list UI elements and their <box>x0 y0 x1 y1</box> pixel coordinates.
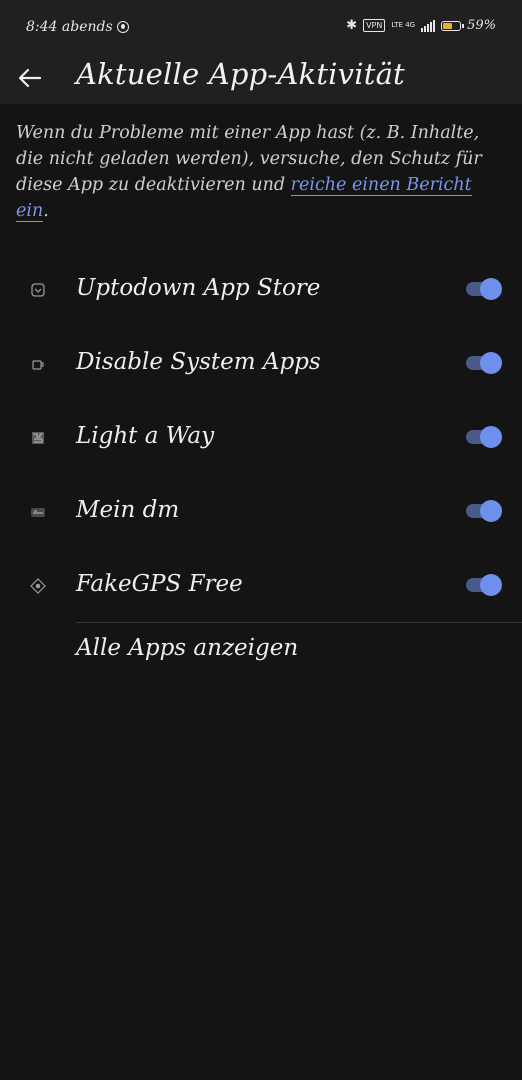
bluetooth-icon: ✱ <box>346 18 358 33</box>
mein-dm-icon <box>31 508 45 517</box>
app-name: FakeGPS Free <box>76 571 243 597</box>
app-row-light-a-way[interactable]: Light a Way <box>0 402 522 476</box>
protection-toggle[interactable] <box>466 278 502 300</box>
toggle-knob <box>480 352 502 374</box>
app-name: Mein dm <box>76 497 180 523</box>
app-name: Disable System Apps <box>76 349 321 375</box>
vpn-icon: VPN <box>363 19 386 32</box>
signal-icon <box>421 19 436 32</box>
toggle-knob <box>480 278 502 300</box>
toggle-knob <box>480 574 502 596</box>
app-name: Light a Way <box>76 423 215 449</box>
app-row-uptodown[interactable]: Uptodown App Store <box>0 254 522 328</box>
battery-fill <box>443 22 453 29</box>
app-row-disable-system-apps[interactable]: Disable System Apps <box>0 328 522 402</box>
status-bar: 8:44 abends ✱ VPN LTE 4G 59% <box>0 0 522 54</box>
uptodown-icon <box>31 283 45 297</box>
battery-percent: 59% <box>467 18 496 33</box>
app-row-fakegps[interactable]: FakeGPS Free <box>0 550 522 624</box>
battery-icon <box>441 20 465 31</box>
protection-toggle[interactable] <box>466 500 502 522</box>
arrow-left-icon[interactable] <box>16 64 44 92</box>
do-not-disturb-icon <box>116 21 129 33</box>
toggle-knob <box>480 500 502 522</box>
show-all-apps-button[interactable]: Alle Apps anzeigen <box>76 630 298 666</box>
app-bar: Aktuelle App-Aktivität <box>0 54 522 104</box>
network-type-label: LTE 4G <box>391 21 416 29</box>
status-time: 8:44 abends <box>26 19 113 35</box>
status-left: 8:44 abends <box>26 19 129 35</box>
disable-system-apps-icon <box>32 360 44 370</box>
protection-toggle[interactable] <box>466 352 502 374</box>
page-title: Aktuelle App-Aktivität <box>76 57 405 91</box>
light-a-way-icon <box>32 432 44 444</box>
app-name: Uptodown App Store <box>76 275 321 301</box>
status-right: ✱ VPN LTE 4G 59% <box>346 18 496 33</box>
battery-tip <box>462 23 465 28</box>
protection-toggle[interactable] <box>466 574 502 596</box>
fakegps-icon <box>30 578 46 594</box>
toggle-knob <box>480 426 502 448</box>
intro-text: Wenn du Probleme mit einer App hast (z. … <box>16 120 506 224</box>
intro-suffix: . <box>43 201 49 221</box>
divider <box>76 622 522 623</box>
protection-toggle[interactable] <box>466 426 502 448</box>
app-row-mein-dm[interactable]: Mein dm <box>0 476 522 550</box>
